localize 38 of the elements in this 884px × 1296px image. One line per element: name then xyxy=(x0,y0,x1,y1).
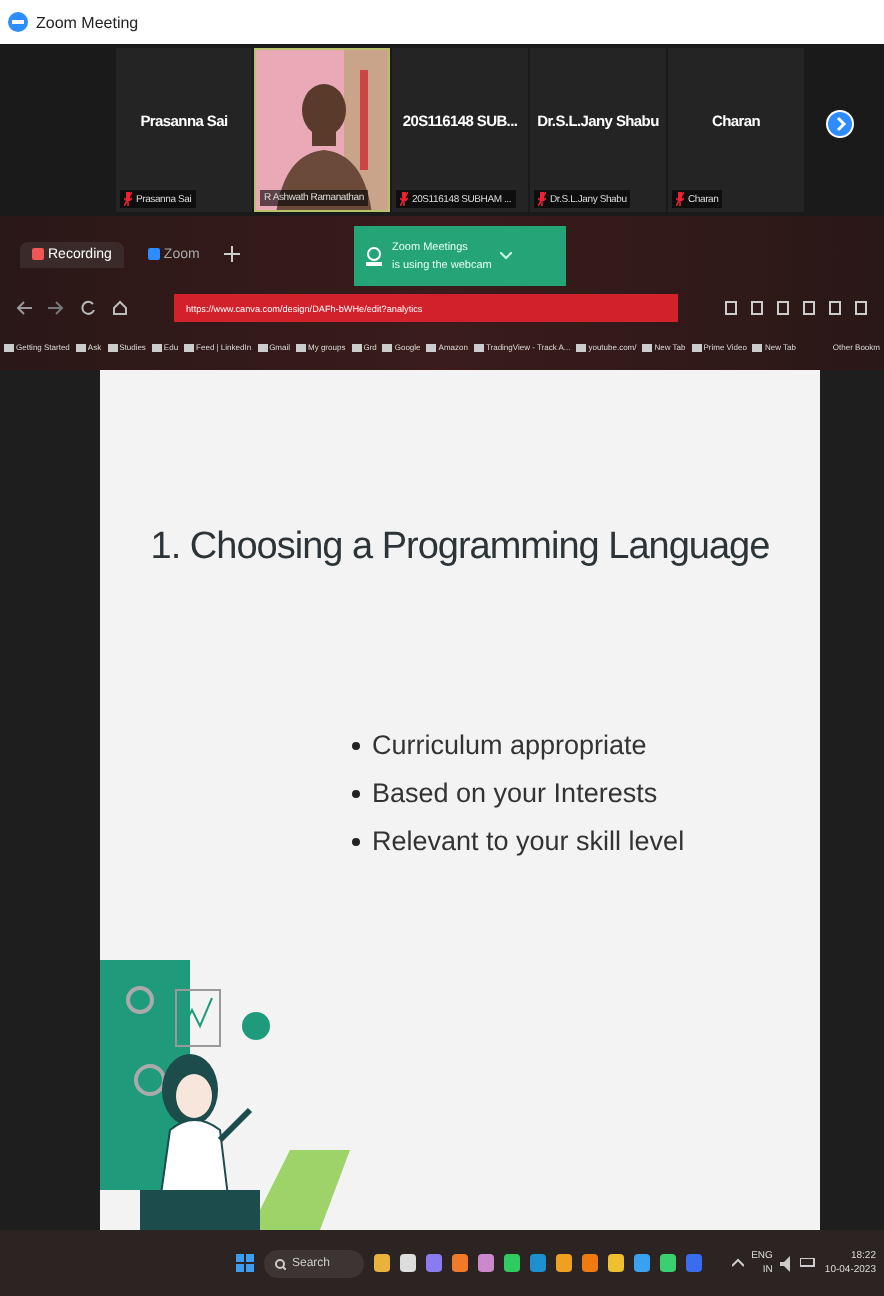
folder-icon xyxy=(257,343,268,351)
bullet-icon xyxy=(352,837,360,845)
folder-icon xyxy=(75,343,86,351)
back-icon[interactable] xyxy=(16,300,32,316)
folder-icon xyxy=(691,343,702,351)
bullet-icon xyxy=(352,741,360,749)
slide-title: 1. Choosing a Programming Language xyxy=(148,526,772,570)
folder-icon xyxy=(184,343,195,351)
zoom-logo-icon xyxy=(8,12,28,32)
new-tab-icon[interactable] xyxy=(223,246,240,262)
folder-icon xyxy=(642,343,653,351)
volume-icon[interactable] xyxy=(780,1255,793,1271)
bullet-text: Relevant to your skill level xyxy=(372,826,685,856)
next-page-button[interactable] xyxy=(826,110,854,138)
search-icon xyxy=(274,1257,286,1269)
window-title: Zoom Meeting xyxy=(36,13,139,31)
folder-icon xyxy=(576,343,587,351)
tab-favicon xyxy=(147,248,160,260)
folder-icon xyxy=(426,343,437,351)
chevron-icon[interactable] xyxy=(499,252,512,260)
bullet-text: Based on your Interests xyxy=(372,778,658,808)
folder-icon xyxy=(4,343,14,351)
folder-icon xyxy=(296,343,307,351)
folder-icon xyxy=(382,343,393,351)
folder-icon xyxy=(107,343,118,351)
battery-icon xyxy=(800,1258,817,1268)
folder-icon xyxy=(752,343,763,351)
tab-favicon xyxy=(32,248,44,260)
folder-icon xyxy=(351,343,362,351)
bullet-text: Curriculum appropriate xyxy=(372,730,647,760)
folder-icon xyxy=(151,343,162,351)
home-icon[interactable] xyxy=(112,300,128,316)
folder-icon xyxy=(473,343,484,351)
bullet-icon xyxy=(352,789,360,797)
webcam-icon xyxy=(364,246,384,266)
start-icon[interactable] xyxy=(236,1254,254,1272)
reload-icon[interactable] xyxy=(80,300,96,316)
forward-icon[interactable] xyxy=(48,300,64,316)
